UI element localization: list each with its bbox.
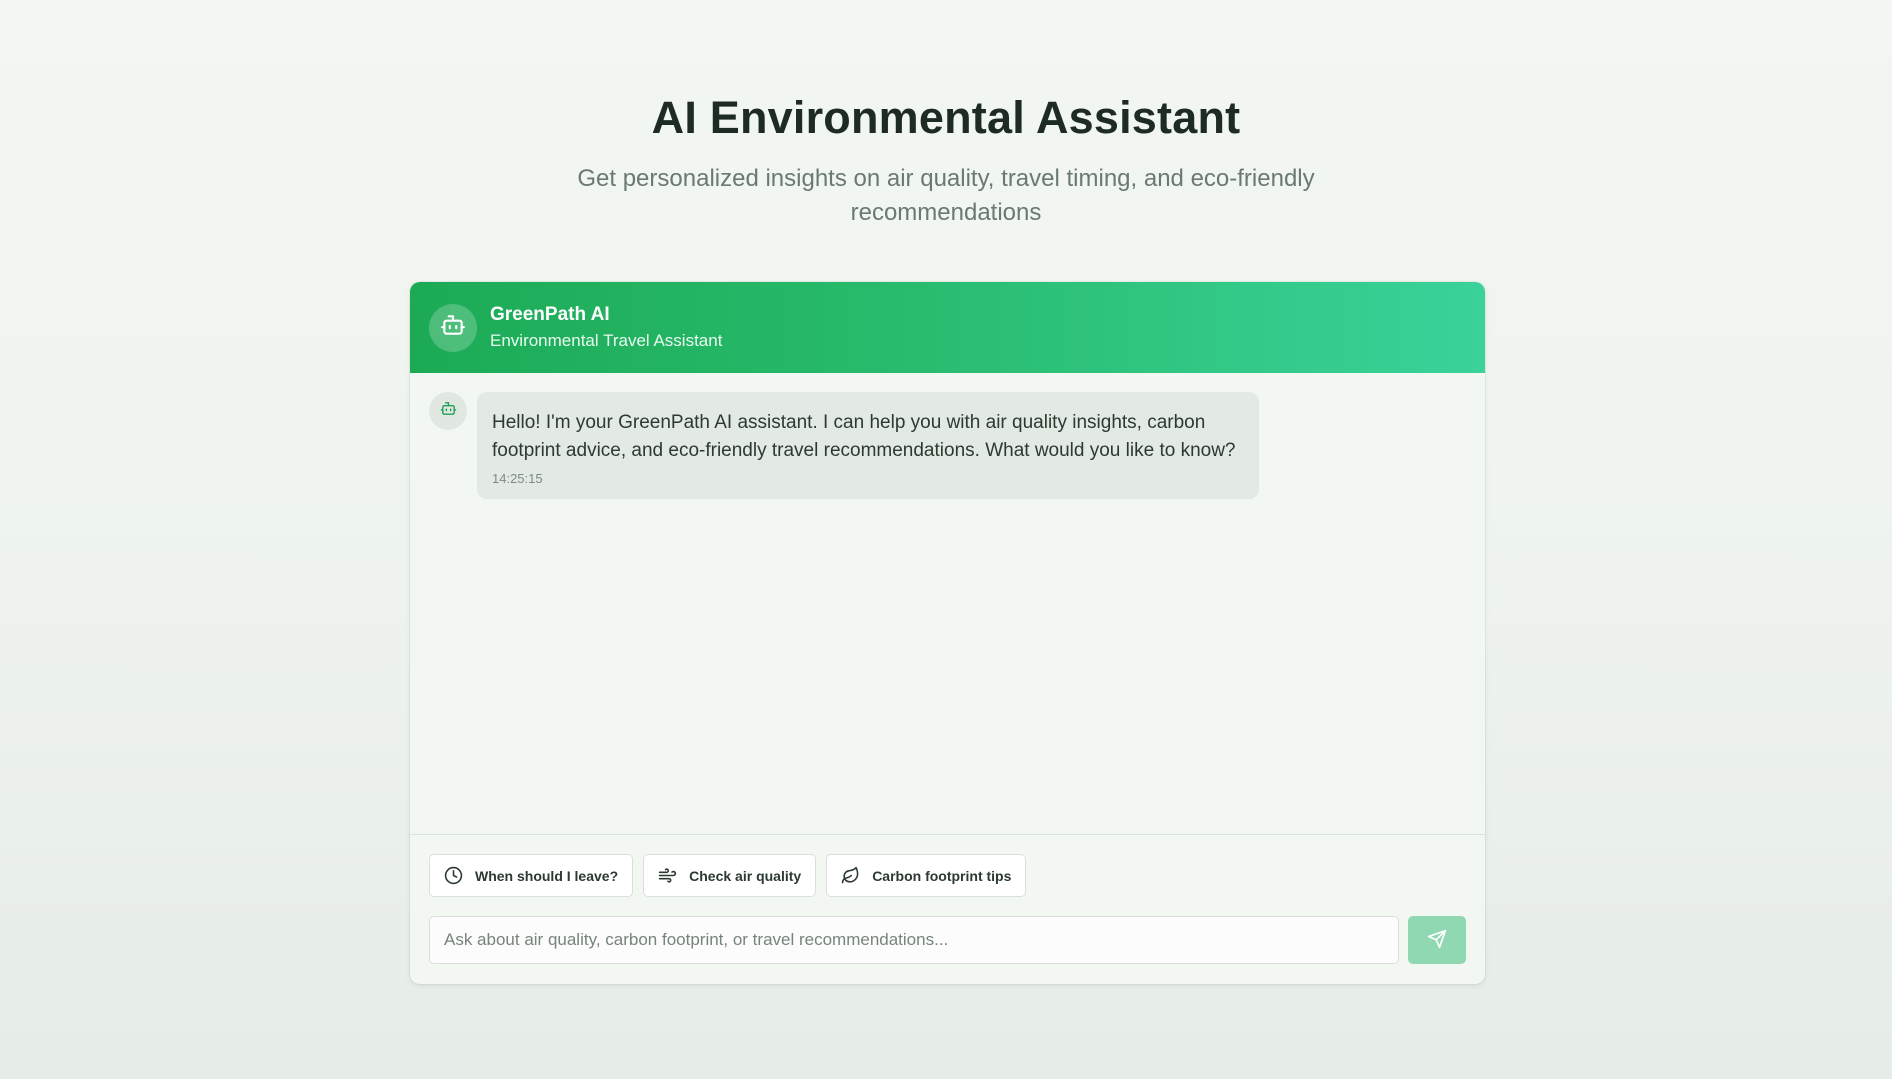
- page-header: AI Environmental Assistant Get personali…: [0, 88, 1892, 230]
- robot-icon: [440, 312, 466, 343]
- carbon-footprint-tips-button[interactable]: Carbon footprint tips: [826, 854, 1027, 897]
- send-icon: [1427, 929, 1447, 952]
- assistant-name: GreenPath AI: [490, 303, 610, 325]
- message-input[interactable]: [429, 916, 1399, 964]
- message-timestamp: 14:25:15: [492, 471, 543, 486]
- chat-panel: GreenPath AI Environmental Travel Assist…: [410, 282, 1485, 984]
- check-air-quality-button[interactable]: Check air quality: [643, 854, 817, 897]
- composer: [429, 916, 1466, 964]
- message-text: Hello! I'm your GreenPath AI assistant. …: [492, 412, 1236, 461]
- page-title: AI Environmental Assistant: [651, 92, 1241, 143]
- quick-action-label: Check air quality: [689, 867, 802, 884]
- chat-header: GreenPath AI Environmental Travel Assist…: [410, 282, 1485, 373]
- assistant-role: Environmental Travel Assistant: [490, 330, 723, 350]
- quick-action-label: Carbon footprint tips: [872, 867, 1012, 884]
- bot-message: Hello! I'm your GreenPath AI assistant. …: [429, 392, 1485, 499]
- when-should-i-leave-button[interactable]: When should I leave?: [429, 854, 634, 897]
- quick-action-label: When should I leave?: [475, 867, 619, 884]
- message-bubble: Hello! I'm your GreenPath AI assistant. …: [477, 392, 1259, 499]
- leaf-icon: [841, 866, 860, 885]
- page-subtitle: Get personalized insights on air quality…: [577, 165, 1315, 226]
- wind-icon: [658, 866, 677, 885]
- clock-icon: [444, 866, 463, 885]
- send-button[interactable]: [1408, 916, 1466, 964]
- robot-icon: [440, 400, 457, 422]
- quick-actions: When should I leave? Check air quality C…: [429, 854, 1027, 897]
- assistant-avatar: [429, 303, 477, 352]
- bot-avatar: [429, 392, 467, 430]
- message-list: Hello! I'm your GreenPath AI assistant. …: [410, 373, 1485, 816]
- divider: [410, 834, 1485, 835]
